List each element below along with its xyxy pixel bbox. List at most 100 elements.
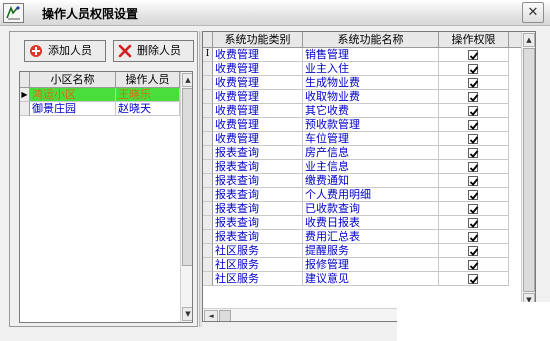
function-name-cell[interactable]: 个人费用明细 xyxy=(303,188,439,202)
function-name-cell[interactable]: 业主入住 xyxy=(303,62,439,76)
permission-checkbox[interactable] xyxy=(468,204,479,214)
table-row[interactable]: 报表查询 费用汇总表 xyxy=(203,230,521,244)
scroll-up-button[interactable]: ▲ xyxy=(182,73,192,87)
scroll-up-button[interactable]: ▲ xyxy=(523,33,535,47)
function-name-cell[interactable]: 预收款管理 xyxy=(303,118,439,132)
table-row[interactable]: 报表查询 业主信息 xyxy=(203,160,521,174)
operator-cell[interactable]: 王晓乐 xyxy=(116,88,180,102)
permission-grid-vertical-scrollbar[interactable]: ▲ ▼ xyxy=(521,32,535,308)
permission-checkbox[interactable] xyxy=(468,218,479,228)
permission-checkbox[interactable] xyxy=(468,190,479,200)
table-row[interactable]: 报表查询 收费日报表 xyxy=(203,216,521,230)
table-row[interactable]: 社区服务 建议意见 xyxy=(203,272,521,286)
scroll-thumb[interactable] xyxy=(182,88,192,266)
category-cell[interactable]: 收费管理 xyxy=(213,104,303,118)
function-name-cell[interactable]: 费用汇总表 xyxy=(303,230,439,244)
table-row[interactable]: 收费管理 其它收费 xyxy=(203,104,521,118)
function-name-cell[interactable]: 业主信息 xyxy=(303,160,439,174)
column-header-community[interactable]: 小区名称 xyxy=(30,72,116,88)
function-name-cell[interactable]: 已收款查询 xyxy=(303,202,439,216)
function-name-cell[interactable]: 收取物业费 xyxy=(303,90,439,104)
permission-checkbox[interactable] xyxy=(468,260,479,270)
function-name-cell[interactable]: 车位管理 xyxy=(303,132,439,146)
app-icon[interactable] xyxy=(3,3,24,23)
function-name-cell[interactable]: 收费日报表 xyxy=(303,216,439,230)
category-cell[interactable]: 收费管理 xyxy=(213,62,303,76)
function-name-cell[interactable]: 房产信息 xyxy=(303,146,439,160)
permission-checkbox[interactable] xyxy=(468,134,479,144)
permission-checkbox[interactable] xyxy=(468,50,479,60)
function-name-cell[interactable]: 缴费通知 xyxy=(303,174,439,188)
category-cell[interactable]: 收费管理 xyxy=(213,118,303,132)
permission-checkbox[interactable] xyxy=(468,232,479,242)
table-row[interactable]: I 收费管理 销售管理 xyxy=(203,48,521,62)
category-cell[interactable]: 报表查询 xyxy=(213,216,303,230)
table-row[interactable]: 御景庄园 赵晓天 xyxy=(20,102,180,116)
permission-checkbox[interactable] xyxy=(468,78,479,88)
table-row[interactable]: 收费管理 业主入住 xyxy=(203,62,521,76)
category-cell[interactable]: 社区服务 xyxy=(213,272,303,286)
permission-checkbox[interactable] xyxy=(468,162,479,172)
table-row[interactable]: 社区服务 提醒服务 xyxy=(203,244,521,258)
category-cell[interactable]: 报表查询 xyxy=(213,174,303,188)
function-name-cell[interactable]: 销售管理 xyxy=(303,48,439,62)
add-operator-button[interactable]: 添加人员 xyxy=(24,40,106,62)
function-name-cell[interactable]: 生成物业费 xyxy=(303,76,439,90)
category-cell[interactable]: 收费管理 xyxy=(213,90,303,104)
scroll-left-button[interactable]: ◄ xyxy=(204,310,218,321)
category-cell[interactable]: 收费管理 xyxy=(213,48,303,62)
function-name-cell[interactable]: 报修管理 xyxy=(303,258,439,272)
column-header-function-name[interactable]: 系统功能名称 xyxy=(303,32,439,48)
table-row[interactable]: 收费管理 预收款管理 xyxy=(203,118,521,132)
column-header-category[interactable]: 系统功能类别 xyxy=(213,32,303,48)
row-pointer-icon: I xyxy=(203,48,213,62)
table-row[interactable]: 报表查询 房产信息 xyxy=(203,146,521,160)
community-cell[interactable]: 鸿运小区 xyxy=(30,88,116,102)
row-indicator xyxy=(203,258,213,272)
row-indicator xyxy=(203,216,213,230)
community-cell[interactable]: 御景庄园 xyxy=(30,102,116,116)
permission-cell xyxy=(439,174,509,188)
permission-checkbox[interactable] xyxy=(468,64,479,74)
operator-grid: 小区名称 操作人员 ▶ 鸿运小区 王晓乐 御景庄园 赵晓天 ▲ ▼ xyxy=(19,71,193,323)
row-indicator xyxy=(203,230,213,244)
table-row[interactable]: 报表查询 缴费通知 xyxy=(203,174,521,188)
permission-checkbox[interactable] xyxy=(468,246,479,256)
horizontal-scroll-thumb[interactable] xyxy=(219,310,231,321)
permission-checkbox[interactable] xyxy=(468,274,479,284)
table-row[interactable]: 报表查询 已收款查询 xyxy=(203,202,521,216)
table-row[interactable]: 收费管理 车位管理 xyxy=(203,132,521,146)
category-cell[interactable]: 社区服务 xyxy=(213,244,303,258)
category-cell[interactable]: 收费管理 xyxy=(213,132,303,146)
category-cell[interactable]: 社区服务 xyxy=(213,258,303,272)
column-header-operator[interactable]: 操作人员 xyxy=(116,72,180,88)
permission-checkbox[interactable] xyxy=(468,106,479,116)
category-cell[interactable]: 报表查询 xyxy=(213,146,303,160)
table-row[interactable]: 社区服务 报修管理 xyxy=(203,258,521,272)
permission-checkbox[interactable] xyxy=(468,120,479,130)
operator-cell[interactable]: 赵晓天 xyxy=(116,102,180,116)
title-bar: 操作人员权限设置 ✕ xyxy=(0,0,550,26)
column-header-permission[interactable]: 操作权限 xyxy=(439,32,509,48)
table-row[interactable]: ▶ 鸿运小区 王晓乐 xyxy=(20,88,180,102)
function-name-cell[interactable]: 其它收费 xyxy=(303,104,439,118)
permission-checkbox[interactable] xyxy=(468,176,479,186)
delete-operator-button[interactable]: 删除人员 xyxy=(113,40,194,62)
function-name-cell[interactable]: 建议意见 xyxy=(303,272,439,286)
function-name-cell[interactable]: 提醒服务 xyxy=(303,244,439,258)
scroll-down-button[interactable]: ▼ xyxy=(182,307,192,321)
table-row[interactable]: 报表查询 个人费用明细 xyxy=(203,188,521,202)
table-row[interactable]: 收费管理 生成物业费 xyxy=(203,76,521,90)
row-pointer-icon: ▶ xyxy=(20,88,30,102)
permission-checkbox[interactable] xyxy=(468,148,479,158)
permission-checkbox[interactable] xyxy=(468,92,479,102)
category-cell[interactable]: 报表查询 xyxy=(213,202,303,216)
close-button[interactable]: ✕ xyxy=(522,2,544,23)
category-cell[interactable]: 报表查询 xyxy=(213,230,303,244)
category-cell[interactable]: 报表查询 xyxy=(213,160,303,174)
category-cell[interactable]: 收费管理 xyxy=(213,76,303,90)
scroll-thumb[interactable] xyxy=(523,48,535,292)
operator-grid-vertical-scrollbar[interactable]: ▲ ▼ xyxy=(180,72,192,322)
table-row[interactable]: 收费管理 收取物业费 xyxy=(203,90,521,104)
category-cell[interactable]: 报表查询 xyxy=(213,188,303,202)
